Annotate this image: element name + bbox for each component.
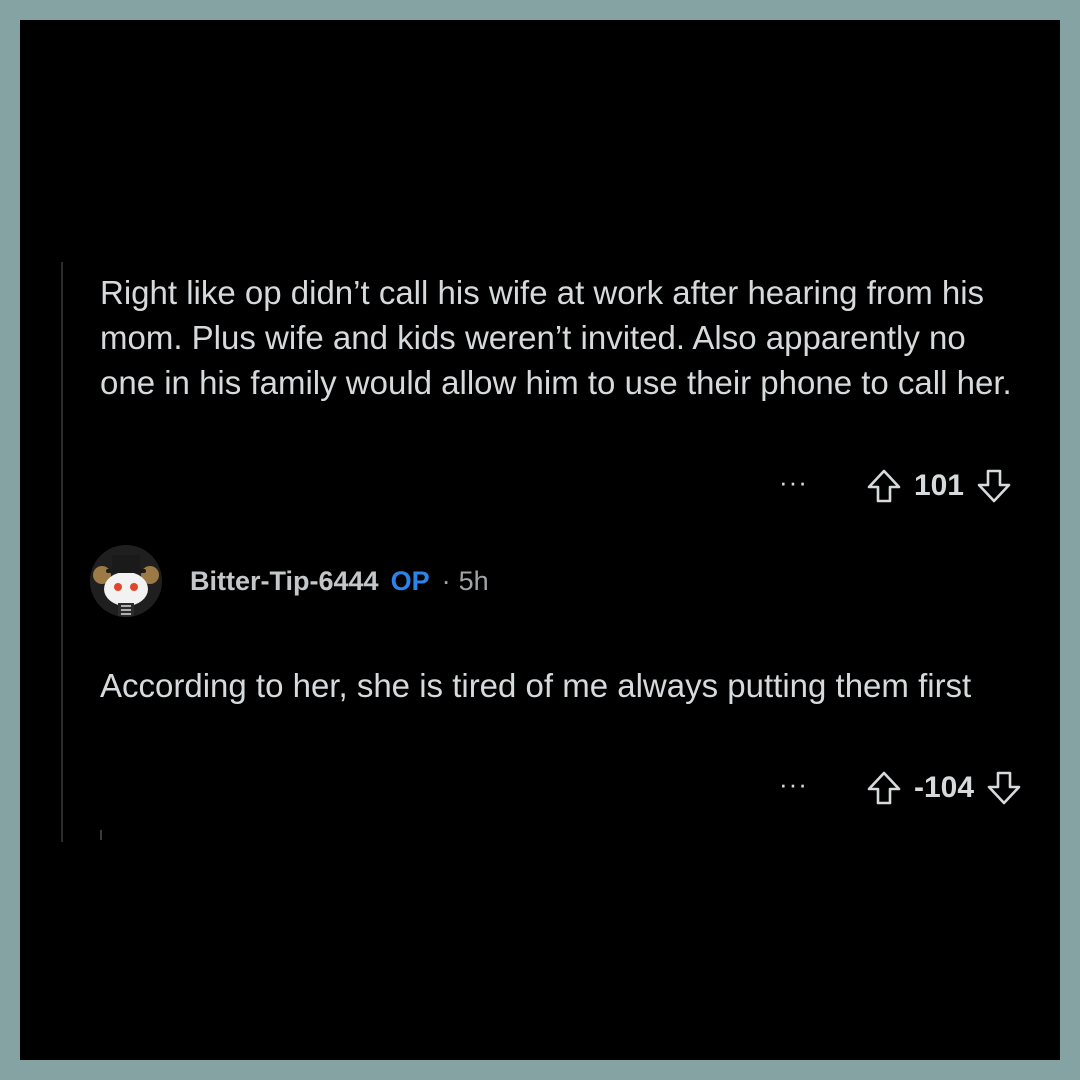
user-avatar[interactable] (90, 545, 162, 617)
comment-thread-frame: Right like op didn’t call his wife at wo… (20, 20, 1060, 1060)
vote-score: -104 (913, 771, 974, 804)
comment-actions: ··· 101 (779, 466, 1014, 506)
downvote-arrow-icon[interactable] (984, 768, 1024, 808)
comment-body: According to her, she is tired of me alw… (100, 667, 972, 704)
comment-age: 5h (458, 565, 489, 596)
vote-score: 101 (913, 469, 964, 502)
comment-actions: ··· -104 (779, 768, 1024, 808)
comment-header: Bitter-Tip-6444 OP · 5h (90, 545, 489, 617)
more-options-button[interactable]: ··· (779, 769, 808, 799)
comment-author-username[interactable]: Bitter-Tip-6444 (190, 566, 379, 597)
op-badge: OP (390, 565, 430, 596)
thread-line[interactable] (61, 262, 63, 842)
downvote-arrow-icon[interactable] (974, 466, 1014, 506)
meta-separator: · (441, 565, 451, 596)
more-options-button[interactable]: ··· (779, 467, 808, 497)
upvote-arrow-icon[interactable] (864, 466, 904, 506)
upvote-arrow-icon[interactable] (864, 768, 904, 808)
comment-body: Right like op didn’t call his wife at wo… (100, 274, 1012, 401)
thread-line-tick (100, 830, 102, 840)
